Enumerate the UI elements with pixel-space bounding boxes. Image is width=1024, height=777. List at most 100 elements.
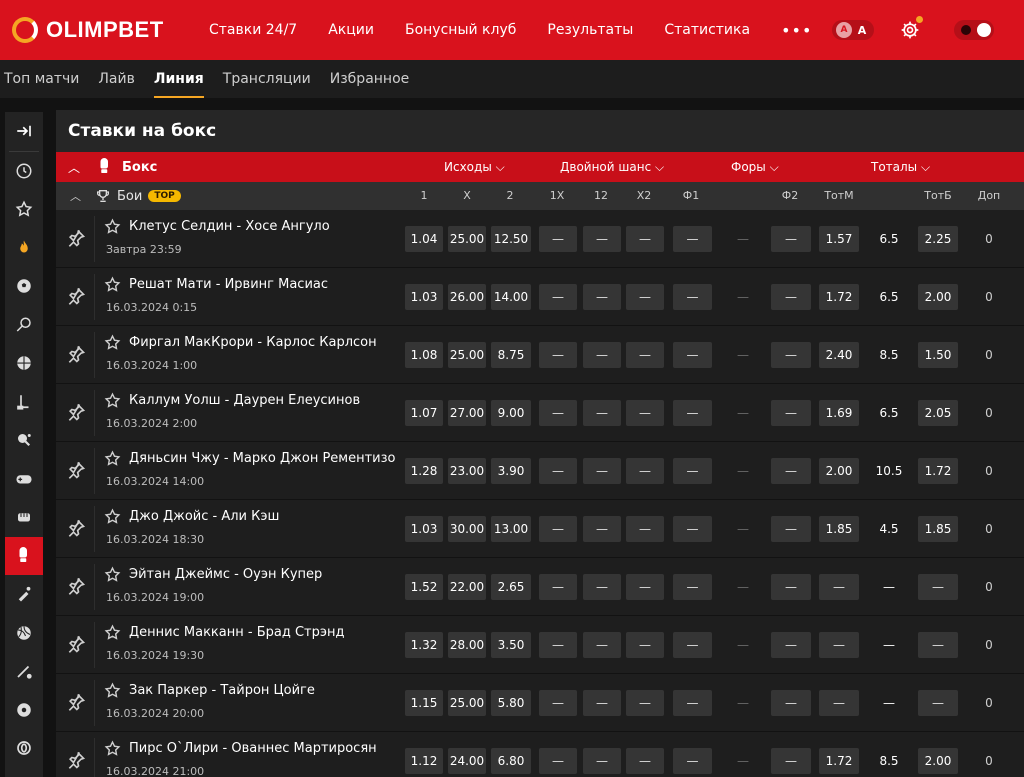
- odds-f1[interactable]: —: [673, 226, 712, 252]
- odds-totm[interactable]: —: [819, 632, 859, 658]
- odds-totb[interactable]: 1.72: [918, 458, 958, 484]
- nav-statistics[interactable]: Статистика: [664, 22, 750, 38]
- odds-x1[interactable]: —: [539, 458, 577, 484]
- nav-bonus-club[interactable]: Бонусный клуб: [405, 22, 516, 38]
- odds-f2[interactable]: —: [771, 458, 811, 484]
- odds-o2[interactable]: 2.65: [491, 574, 531, 600]
- odds-x1[interactable]: —: [539, 690, 577, 716]
- odds-x12[interactable]: —: [583, 690, 621, 716]
- chevron-up-icon[interactable]: ︿: [70, 188, 81, 204]
- match-row[interactable]: Фиргал МакКрори - Карлос Карлсон 16.03.20…: [56, 326, 1024, 384]
- pin-icon[interactable]: [66, 634, 86, 654]
- odds-f1[interactable]: —: [673, 690, 712, 716]
- odds-f2[interactable]: —: [771, 574, 811, 600]
- settings-gear-icon[interactable]: [900, 16, 923, 40]
- odds-o1[interactable]: 1.28: [405, 458, 443, 484]
- odds-totm[interactable]: —: [819, 690, 859, 716]
- odds-f2[interactable]: —: [771, 226, 811, 252]
- esports-icon[interactable]: [5, 729, 43, 768]
- nav-promotions[interactable]: Акции: [328, 22, 374, 38]
- match-name[interactable]: Деннис Макканн - Брад Стрэнд: [129, 625, 344, 640]
- favorite-star-icon[interactable]: [104, 450, 121, 467]
- odds-x1[interactable]: —: [539, 632, 577, 658]
- odds-f1[interactable]: —: [673, 342, 712, 368]
- odds-totm[interactable]: 2.40: [819, 342, 859, 368]
- favorite-star-icon[interactable]: [104, 682, 121, 699]
- odds-f1[interactable]: —: [673, 516, 712, 542]
- odds-totm[interactable]: 1.72: [819, 284, 859, 310]
- odds-x12[interactable]: —: [583, 748, 621, 774]
- odds-totb[interactable]: 1.50: [918, 342, 958, 368]
- pin-icon[interactable]: [66, 344, 86, 364]
- gamepad-icon[interactable]: [5, 460, 43, 499]
- theme-toggle[interactable]: [954, 20, 994, 40]
- odds-totb[interactable]: 2.25: [918, 226, 958, 252]
- font-small-option[interactable]: A: [836, 22, 852, 38]
- odds-dop[interactable]: 0: [974, 226, 1004, 252]
- odds-f2[interactable]: —: [771, 516, 811, 542]
- tab-live[interactable]: Лайв: [98, 60, 134, 98]
- odds-dop[interactable]: 0: [974, 400, 1004, 426]
- odds-dop[interactable]: 0: [974, 516, 1004, 542]
- odds-ox[interactable]: 25.00: [448, 226, 486, 252]
- odds-ox[interactable]: 23.00: [448, 458, 486, 484]
- odds-totb[interactable]: —: [918, 690, 958, 716]
- odds-dop[interactable]: 0: [974, 690, 1004, 716]
- pin-icon[interactable]: [66, 460, 86, 480]
- market-handicaps-dropdown[interactable]: Форы ⌵: [731, 152, 779, 182]
- odds-x1[interactable]: —: [539, 226, 577, 252]
- match-name[interactable]: Дяньсин Чжу - Марко Джон Рементизо: [129, 451, 396, 466]
- match-row[interactable]: Зак Паркер - Тайрон Цойге 16.03.2024 20:0…: [56, 674, 1024, 732]
- odds-totb[interactable]: —: [918, 632, 958, 658]
- market-totals-dropdown[interactable]: Тоталы ⌵: [871, 152, 930, 182]
- match-row[interactable]: Клетус Селдин - Хосе Ангуло Завтра 23:59 1…: [56, 210, 1024, 268]
- football-icon[interactable]: [5, 267, 43, 306]
- odds-f2[interactable]: —: [771, 690, 811, 716]
- clock-icon[interactable]: [5, 152, 43, 191]
- odds-totm[interactable]: 1.85: [819, 516, 859, 542]
- favorite-star-icon[interactable]: [104, 276, 121, 293]
- pin-icon[interactable]: [66, 518, 86, 538]
- boxing-icon[interactable]: [5, 536, 43, 575]
- mma-icon[interactable]: [5, 498, 43, 537]
- odds-f1[interactable]: —: [673, 458, 712, 484]
- odds-o2[interactable]: 13.00: [491, 516, 531, 542]
- odds-x12[interactable]: —: [583, 574, 621, 600]
- odds-f1[interactable]: —: [673, 400, 712, 426]
- match-name[interactable]: Каллум Уолш - Даурен Елеусинов: [129, 393, 360, 408]
- odds-ox[interactable]: 22.00: [448, 574, 486, 600]
- odds-x1[interactable]: —: [539, 748, 577, 774]
- odds-o2[interactable]: 3.50: [491, 632, 531, 658]
- odds-dop[interactable]: 0: [974, 748, 1004, 774]
- match-row[interactable]: Джо Джойс - Али Кэш 16.03.2024 18:30 1.03 3…: [56, 500, 1024, 558]
- volleyball-icon[interactable]: [5, 614, 43, 653]
- odds-x2[interactable]: —: [626, 574, 664, 600]
- market-double-chance-dropdown[interactable]: Двойной шанс ⌵: [560, 152, 664, 182]
- odds-dop[interactable]: 0: [974, 284, 1004, 310]
- odds-o1[interactable]: 1.32: [405, 632, 443, 658]
- odds-totm[interactable]: 1.72: [819, 748, 859, 774]
- odds-f1[interactable]: —: [673, 748, 712, 774]
- odds-x2[interactable]: —: [626, 690, 664, 716]
- tab-top-matches[interactable]: Топ матчи: [4, 60, 79, 98]
- odds-ox[interactable]: 24.00: [448, 748, 486, 774]
- odds-o2[interactable]: 9.00: [491, 400, 531, 426]
- nav-more-icon[interactable]: •••: [781, 21, 812, 40]
- odds-o2[interactable]: 5.80: [491, 690, 531, 716]
- pin-icon[interactable]: [66, 750, 86, 770]
- favorite-star-icon[interactable]: [104, 740, 121, 757]
- odds-ox[interactable]: 28.00: [448, 632, 486, 658]
- hockey-icon[interactable]: [5, 383, 43, 422]
- odds-x2[interactable]: —: [626, 632, 664, 658]
- odds-x12[interactable]: —: [583, 284, 621, 310]
- odds-ox[interactable]: 27.00: [448, 400, 486, 426]
- odds-dop[interactable]: 0: [974, 342, 1004, 368]
- brand-logo[interactable]: OLIMPBET: [12, 17, 187, 43]
- pin-icon[interactable]: [66, 402, 86, 422]
- odds-x12[interactable]: —: [583, 632, 621, 658]
- odds-o2[interactable]: 8.75: [491, 342, 531, 368]
- match-row[interactable]: Дяньсин Чжу - Марко Джон Рементизо 16.03.…: [56, 442, 1024, 500]
- odds-x12[interactable]: —: [583, 226, 621, 252]
- odds-x1[interactable]: —: [539, 284, 577, 310]
- match-row[interactable]: Эйтан Джеймс - Оуэн Купер 16.03.2024 19:0…: [56, 558, 1024, 616]
